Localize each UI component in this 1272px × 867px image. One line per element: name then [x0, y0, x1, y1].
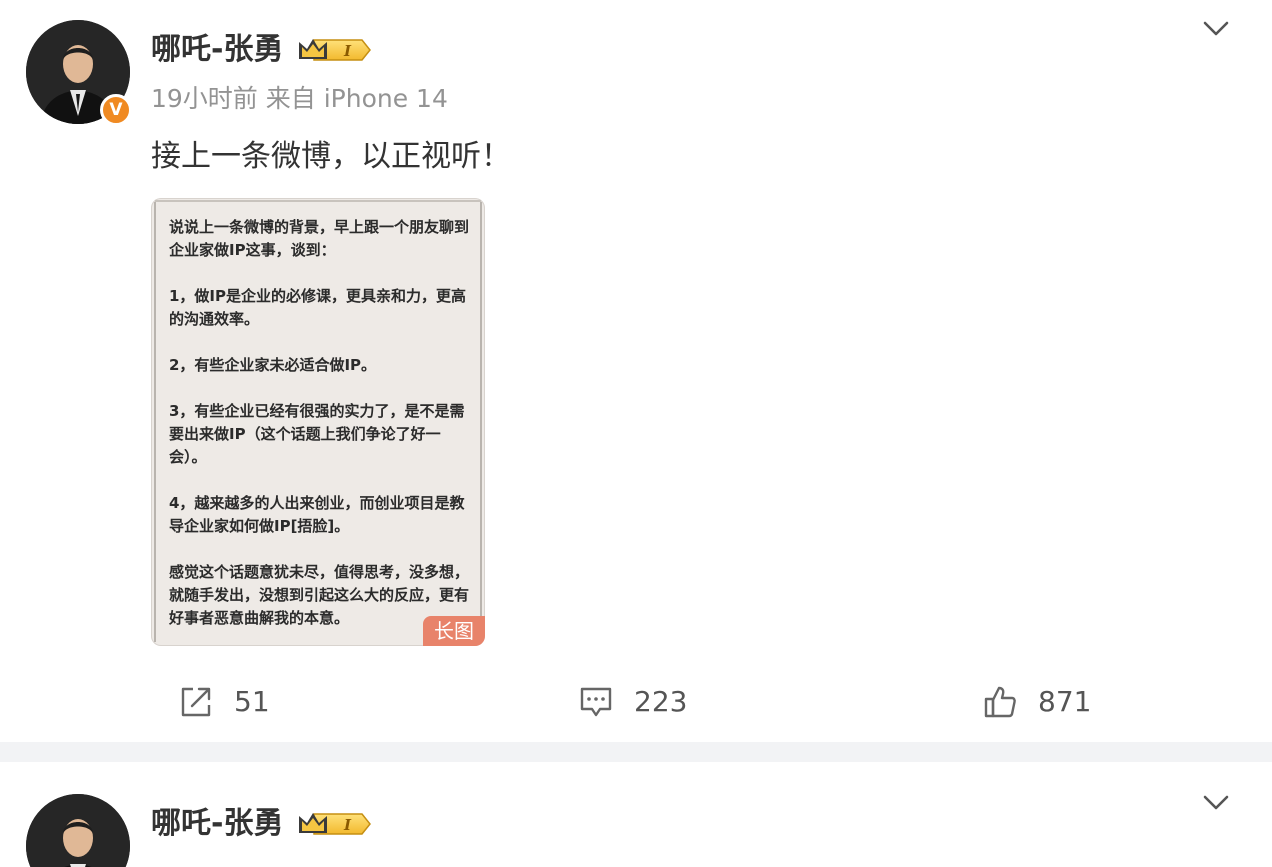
chevron-down-icon[interactable] [1200, 788, 1232, 818]
long-image-tag: 长图 [423, 616, 485, 646]
image-paragraph: 2，有些企业家未必适合做IP。 [169, 356, 377, 374]
svg-text:I: I [343, 42, 352, 60]
long-image-text: 说说上一条微博的背景，早上跟一个朋友聊到企业家做IP这事，谈到： 1，做IP是企… [169, 216, 471, 630]
post-meta: 19小时前 来自 iPhone 14 [151, 84, 448, 113]
repost-count: 51 [234, 685, 270, 718]
repost-button[interactable]: 51 [178, 682, 270, 722]
crown-badge-icon[interactable]: I [296, 35, 372, 65]
image-edge [155, 200, 481, 202]
chevron-down-icon[interactable] [1200, 14, 1232, 44]
long-image[interactable]: 说说上一条微博的背景，早上跟一个朋友聊到企业家做IP这事，谈到： 1，做IP是企… [151, 198, 485, 646]
image-paragraph: 1，做IP是企业的必修课，更具亲和力，更高的沟通效率。 [169, 287, 467, 328]
post-text: 接上一条微博，以正视听！ [151, 139, 511, 174]
repost-icon [181, 687, 211, 717]
image-edge [480, 202, 482, 642]
svg-text:I: I [343, 816, 352, 834]
username[interactable]: 哪吒-张勇 [151, 30, 283, 70]
crown-badge-icon[interactable]: I [296, 809, 372, 839]
comment-button[interactable]: 223 [578, 682, 687, 722]
feed-divider [0, 742, 1272, 762]
weibo-post: V 哪吒-张勇 I 19小时前 来自 iPhone 14 接上一条微博，以正视听… [0, 0, 1272, 742]
weibo-post: 哪吒-张勇 I [0, 762, 1272, 867]
like-count: 871 [1038, 685, 1092, 718]
avatar[interactable] [26, 794, 130, 867]
thumbs-up-icon [984, 686, 1016, 718]
image-paragraph: 3，有些企业已经有很强的实力了，是不是需要出来做IP（这个话题上我们争论了好一会… [169, 402, 465, 466]
verified-badge: V [100, 94, 132, 126]
comment-count: 223 [634, 685, 688, 718]
image-paragraph: 说说上一条微博的背景，早上跟一个朋友聊到企业家做IP这事，谈到： [169, 218, 470, 259]
image-paragraph: 4，越来越多的人出来创业，而创业项目是教导企业家如何做IP[捂脸]。 [169, 494, 465, 535]
image-edge [154, 202, 156, 642]
like-button[interactable]: 871 [982, 682, 1091, 722]
username[interactable]: 哪吒-张勇 [151, 804, 283, 844]
comment-icon [580, 687, 612, 717]
